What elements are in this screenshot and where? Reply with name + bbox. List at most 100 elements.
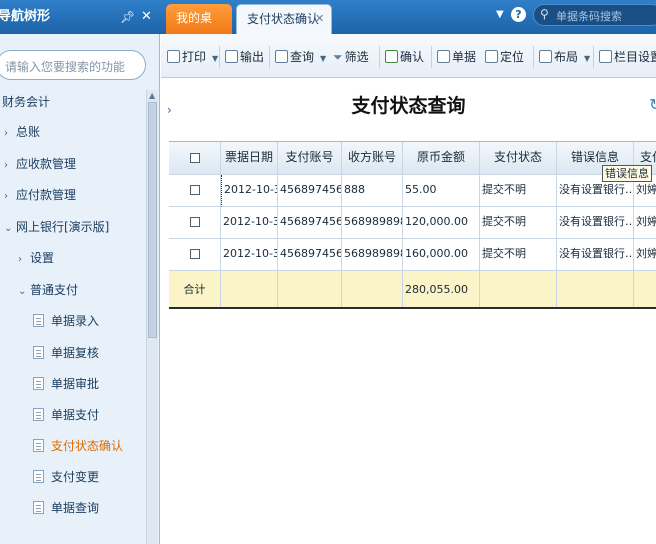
column-header[interactable]: 收方账号 <box>342 142 403 175</box>
sidebar-item-label: 单据审批 <box>51 377 100 391</box>
column-settings-button[interactable]: 栏目设置 <box>599 47 656 67</box>
select-all-header[interactable] <box>169 142 221 175</box>
tab-label: 支付状态确认 <box>247 12 320 26</box>
sidebar-item-label: 普通支付 <box>30 283 79 297</box>
chevron-down-icon[interactable]: ▼ <box>320 54 326 63</box>
sidebar-item-settings[interactable]: › 设置 <box>18 248 54 268</box>
sidebar-item-document-payment[interactable]: 单据支付 <box>51 405 99 425</box>
data-grid: 票据日期 支付账号 收方账号 原币金额 支付状态 错误信息 支付 2012-10… <box>169 141 656 311</box>
status-cell[interactable]: 提交不明 <box>480 175 557 207</box>
date-cell[interactable]: 2012-10-30 <box>221 175 278 207</box>
chevron-right-icon: › <box>4 128 8 139</box>
confirm-button[interactable]: 确认 <box>385 47 424 67</box>
amount-cell[interactable]: 55.00 <box>403 175 480 207</box>
sidebar-item-online-banking[interactable]: ⌄ 网上银行[演示版] <box>4 217 109 237</box>
table-row[interactable]: 2012-10-30 456897456321 56898989897 120,… <box>169 207 656 239</box>
row-checkbox[interactable] <box>189 185 200 195</box>
sidebar-item-payment-status-confirm[interactable]: 支付状态确认 <box>51 436 123 456</box>
status-cell[interactable]: 提交不明 <box>480 239 557 271</box>
total-empty-cell <box>221 271 278 308</box>
sidebar-item-document-review[interactable]: 单据复核 <box>51 343 99 363</box>
sidebar-item-label: 应付款管理 <box>16 188 77 202</box>
tab-payment-status-confirm[interactable]: 支付状态确认 ✕ <box>236 4 332 34</box>
payer-cell[interactable]: 刘婷婷 <box>634 207 656 239</box>
amount-cell[interactable]: 120,000.00 <box>403 207 480 239</box>
filter-button[interactable]: ⏷ 筛选 <box>333 47 369 67</box>
error-cell[interactable]: 没有设置银行… <box>557 239 634 271</box>
sidebar-item-label: 网上银行[演示版] <box>16 220 110 234</box>
confirm-label: 确认 <box>400 50 425 64</box>
sidebar-item-document-approval[interactable]: 单据审批 <box>51 374 99 394</box>
column-header[interactable]: 票据日期 <box>221 142 278 175</box>
payer-cell[interactable]: 刘婷婷 <box>634 239 656 271</box>
sidebar-item-label: 支付变更 <box>51 470 100 484</box>
scroll-up-icon[interactable]: ▲ <box>149 91 155 100</box>
sidebar-item-normal-payment[interactable]: ⌄ 普通支付 <box>18 280 78 300</box>
search-icon: ⚲ <box>540 7 549 21</box>
export-button[interactable]: 输出 <box>225 47 264 67</box>
sidebar-item-payables[interactable]: › 应付款管理 <box>4 185 76 205</box>
tab-my-desktop[interactable]: 我的桌面 <box>166 4 232 53</box>
row-checkbox-cell[interactable] <box>169 175 221 207</box>
pay-account-cell[interactable]: 456897456321 <box>278 207 342 239</box>
receiver-account-cell[interactable]: 56898989897 <box>342 207 403 239</box>
help-icon[interactable]: ? <box>511 7 526 22</box>
sidebar-item-finance[interactable]: 财务会计 <box>2 92 50 112</box>
pin-icon[interactable]: 📌︎ <box>120 0 135 34</box>
refresh-icon[interactable]: ↻ <box>649 95 656 114</box>
date-cell[interactable]: 2012-10-30 <box>221 239 278 271</box>
table-row[interactable]: 2012-10-30 456897456321 56898989897 160,… <box>169 239 656 271</box>
chevron-right-icon: › <box>18 254 22 265</box>
row-checkbox[interactable] <box>189 249 200 259</box>
column-header[interactable]: 原币金额 <box>403 142 480 175</box>
export-icon <box>225 50 238 63</box>
locate-button[interactable]: 定位 <box>485 47 524 67</box>
total-empty-cell <box>480 271 557 308</box>
pay-account-cell[interactable]: 456897456321 <box>278 239 342 271</box>
chevron-down-icon[interactable]: ▼ <box>584 54 590 63</box>
sidebar-item-document-entry[interactable]: 单据录入 <box>51 311 99 331</box>
scroll-thumb[interactable] <box>148 102 157 338</box>
table-row[interactable]: 2012-10-30 456897456321 888 55.00 提交不明 没… <box>169 175 656 207</box>
column-header[interactable]: 支付状态 <box>480 142 557 175</box>
sidebar-item-label: 单据查询 <box>51 501 100 515</box>
print-button[interactable]: 打印 ▼ <box>167 47 218 67</box>
sidebar: 请输入您要搜索的功能 财务会计 › 总账 › 应收款管理 › 应付款管理 ⌄ 网上银行[… <box>0 34 160 544</box>
error-cell[interactable]: 没有设置银行… <box>557 207 634 239</box>
barcode-search-input[interactable]: ⚲ 单据条码搜索 <box>533 4 656 26</box>
document-button[interactable]: 单据 <box>437 47 476 67</box>
page-title: 支付状态查询 <box>351 95 466 117</box>
sidebar-item-label: 应收款管理 <box>16 157 77 171</box>
amount-cell[interactable]: 160,000.00 <box>403 239 480 271</box>
sidebar-scrollbar[interactable]: ▲ <box>146 90 158 544</box>
locate-icon <box>485 50 498 63</box>
chevron-down-icon[interactable]: ▼ <box>212 54 218 63</box>
tree-title: 导航树形 <box>0 0 160 34</box>
column-header[interactable]: 支付账号 <box>278 142 342 175</box>
row-checkbox-cell[interactable] <box>169 239 221 271</box>
layout-button[interactable]: 布局 ▼ <box>539 47 590 67</box>
sidebar-item-document-query[interactable]: 单据查询 <box>51 498 99 518</box>
columns-icon <box>599 50 612 63</box>
sidebar-item-receivables[interactable]: › 应收款管理 <box>4 154 76 174</box>
receiver-account-cell[interactable]: 888 <box>342 175 403 207</box>
sidebar-item-general-ledger[interactable]: › 总账 <box>4 122 40 142</box>
document-icon <box>33 377 44 390</box>
sidebar-item-payment-change[interactable]: 支付变更 <box>51 467 99 487</box>
pay-account-cell[interactable]: 456897456321 <box>278 175 342 207</box>
check-icon <box>385 50 398 63</box>
function-search-input[interactable]: 请输入您要搜索的功能 <box>0 50 146 80</box>
chevron-down-icon: ⌄ <box>4 223 13 234</box>
status-cell[interactable]: 提交不明 <box>480 207 557 239</box>
row-checkbox-cell[interactable] <box>169 207 221 239</box>
receiver-account-cell[interactable]: 56898989897 <box>342 239 403 271</box>
close-tab-icon[interactable]: ✕ <box>315 5 324 33</box>
total-empty-cell <box>342 271 403 308</box>
chevron-down-icon[interactable]: ▼ <box>496 9 504 20</box>
query-button[interactable]: 查询 ▼ <box>275 47 326 67</box>
row-checkbox[interactable] <box>189 217 200 227</box>
date-cell[interactable]: 2012-10-30 <box>221 207 278 239</box>
select-all-checkbox[interactable] <box>189 152 200 163</box>
total-label: 合计 <box>169 271 221 308</box>
close-icon[interactable]: ✕ <box>141 0 152 34</box>
